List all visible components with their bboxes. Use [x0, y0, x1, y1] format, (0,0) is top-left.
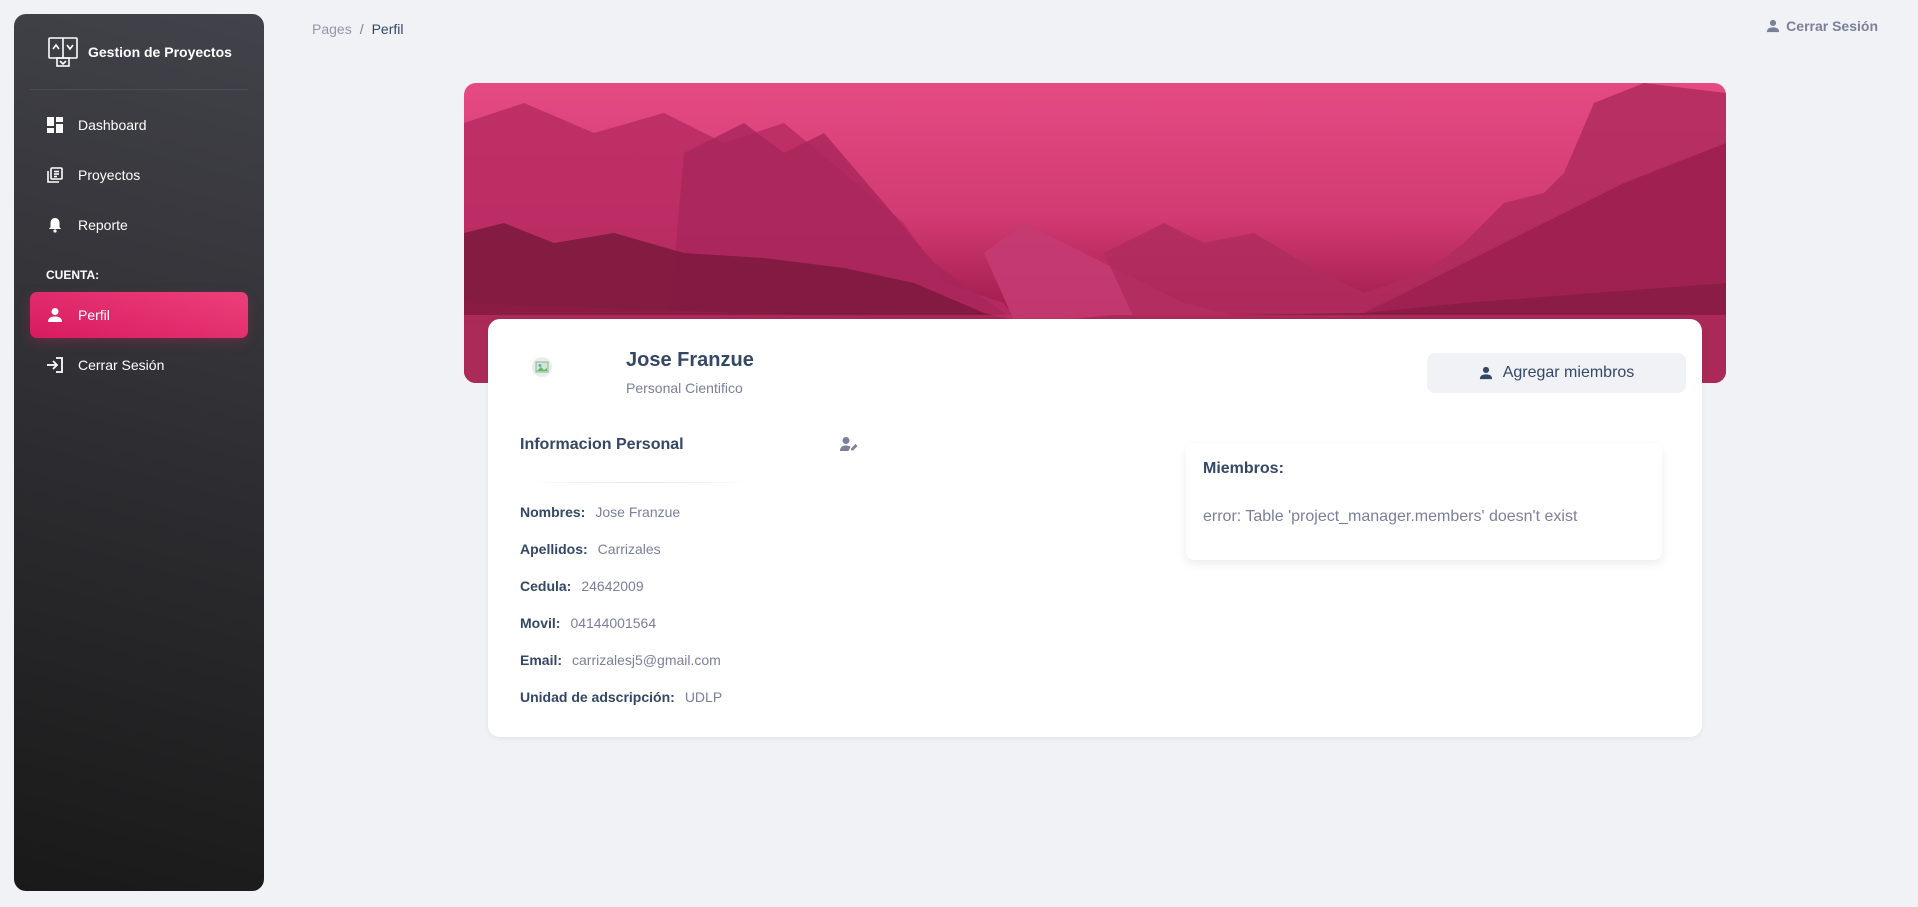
- members-title: Miembros:: [1203, 460, 1284, 477]
- avatar: [532, 357, 552, 377]
- info-label: Apellidos:: [520, 540, 588, 557]
- logout-label: Cerrar Sesión: [1786, 18, 1878, 34]
- person-icon: [46, 306, 64, 324]
- divider: [520, 482, 760, 483]
- person-icon: [1479, 366, 1492, 380]
- info-row-nombres: Nombres: Jose Franzue: [520, 493, 722, 530]
- info-value: 04144001564: [570, 614, 657, 631]
- sidebar-section-label: CUENTA:: [46, 268, 100, 282]
- brand[interactable]: Gestion de Proyectos: [30, 14, 248, 90]
- bell-icon: [46, 216, 64, 234]
- sidebar-item-dashboard[interactable]: Dashboard: [30, 102, 248, 148]
- profile-card: Jose Franzue Personal Cientifico Agregar…: [488, 319, 1702, 737]
- info-value: 24642009: [581, 577, 644, 594]
- breadcrumb-root[interactable]: Pages: [312, 21, 352, 37]
- info-value: UDLP: [684, 688, 723, 705]
- edit-user-icon[interactable]: [840, 436, 858, 457]
- person-icon: [1767, 19, 1780, 33]
- personal-info-list: Nombres: Jose Franzue Apellidos: Carriza…: [520, 493, 722, 715]
- sidebar-item-label: Dashboard: [78, 117, 147, 133]
- sidebar-item-proyectos[interactable]: Proyectos: [30, 152, 248, 198]
- flowchart-logo-icon: [48, 36, 78, 67]
- login-icon: [46, 356, 64, 374]
- info-value: Carrizales: [597, 540, 661, 557]
- info-label: Cedula:: [520, 577, 572, 594]
- brand-name: Gestion de Proyectos: [88, 43, 232, 60]
- sidebar-item-label: Reporte: [78, 217, 128, 233]
- dashboard-icon: [46, 116, 64, 134]
- profile-role: Personal Cientifico: [626, 380, 743, 396]
- add-members-button[interactable]: Agregar miembros: [1427, 353, 1686, 393]
- members-error-message: error: Table 'project_manager.members' d…: [1203, 508, 1578, 525]
- personal-info-title: Informacion Personal: [520, 436, 684, 453]
- sidebar-item-label: Cerrar Sesión: [78, 357, 165, 373]
- sidebar-item-reporte[interactable]: Reporte: [30, 202, 248, 248]
- sidebar-item-cerrar-sesion[interactable]: Cerrar Sesión: [30, 342, 248, 388]
- sidebar-item-label: Perfil: [78, 307, 110, 323]
- members-panel: Miembros: error: Table 'project_manager.…: [1186, 443, 1662, 560]
- sidebar-item-label: Proyectos: [78, 167, 141, 183]
- info-label: Movil:: [520, 614, 561, 631]
- add-members-label: Agregar miembros: [1502, 364, 1635, 381]
- sidebar-nav: Dashboard Proyectos Reporte CUENTA: Perf…: [30, 102, 248, 388]
- info-value: carrizalesj5@gmail.com: [572, 651, 721, 668]
- info-row-movil: Movil: 04144001564: [520, 604, 722, 641]
- info-label: Unidad de adscripción:: [520, 688, 675, 705]
- sidebar: Gestion de Proyectos Dashboard Proyectos…: [14, 14, 264, 891]
- info-row-apellidos: Apellidos: Carrizales: [520, 530, 722, 567]
- info-label: Nombres:: [520, 503, 586, 520]
- info-row-unidad: Unidad de adscripción: UDLP: [520, 678, 722, 715]
- library-books-icon: [46, 166, 64, 184]
- info-value: Jose Franzue: [595, 503, 681, 520]
- broken-image-icon: [535, 361, 549, 373]
- profile-name: Jose Franzue: [626, 349, 754, 371]
- breadcrumb-current: Perfil: [371, 21, 404, 37]
- info-label: Email:: [520, 651, 563, 668]
- logout-link[interactable]: Cerrar Sesión: [1766, 18, 1878, 34]
- info-row-cedula: Cedula: 24642009: [520, 567, 722, 604]
- breadcrumb-separator: /: [359, 21, 364, 37]
- sidebar-item-perfil[interactable]: Perfil: [30, 292, 248, 338]
- info-row-email: Email: carrizalesj5@gmail.com: [520, 641, 722, 678]
- breadcrumb: Pages / Perfil: [312, 21, 404, 37]
